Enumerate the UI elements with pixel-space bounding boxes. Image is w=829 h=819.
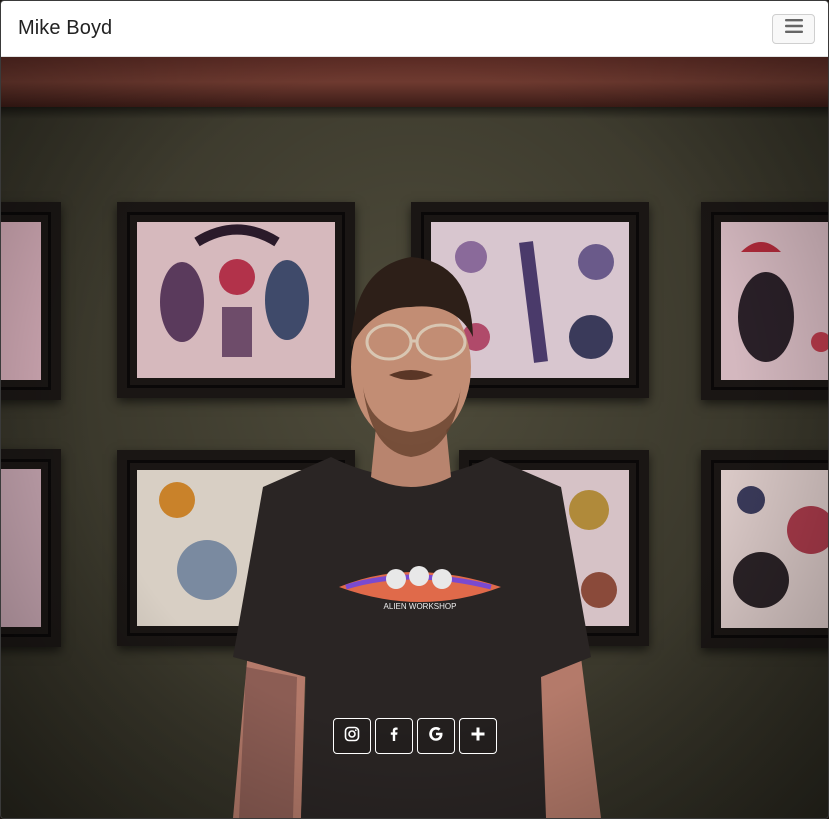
facebook-icon xyxy=(386,726,402,747)
social-buttons xyxy=(333,718,497,754)
plus-icon xyxy=(471,727,485,746)
google-icon xyxy=(428,726,444,747)
shirt-logo-text: ALIEN WORKSHOP xyxy=(384,602,457,611)
navbar: Mike Boyd xyxy=(1,1,828,57)
navbar-toggler-button[interactable] xyxy=(772,13,815,44)
instagram-icon xyxy=(344,726,360,747)
plus-button[interactable] xyxy=(459,718,497,754)
brand-title[interactable]: Mike Boyd xyxy=(18,17,112,40)
google-button[interactable] xyxy=(417,718,455,754)
instagram-button[interactable] xyxy=(333,718,371,754)
hamburger-menu-icon xyxy=(784,19,803,38)
hero-photo: ALIEN WORKSHOP xyxy=(1,57,828,818)
facebook-button[interactable] xyxy=(375,718,413,754)
app-frame: Mike Boyd ALIEN WORKSHOP xyxy=(0,0,829,819)
person-figure: ALIEN WORKSHOP xyxy=(233,257,601,818)
